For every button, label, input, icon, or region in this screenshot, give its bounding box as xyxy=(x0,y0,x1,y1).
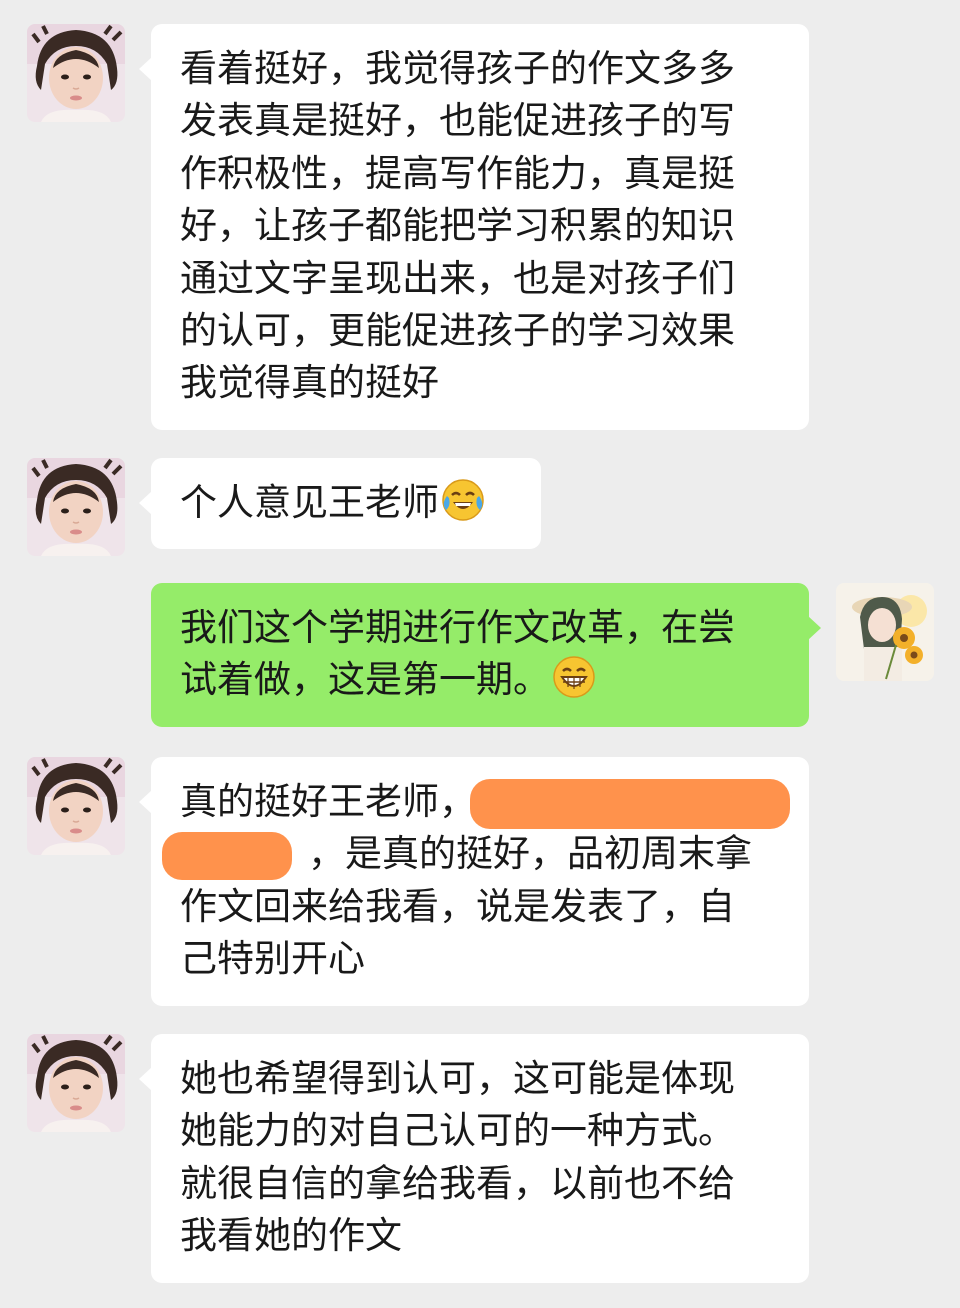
message-text-line: 作积极性，提高写作能力，真是挺 xyxy=(180,151,735,195)
redaction-mark xyxy=(470,779,790,829)
contact-avatar[interactable] xyxy=(27,458,125,556)
contact-avatar[interactable] xyxy=(27,24,125,122)
message-text-line: 通过文字呈现出来，也是对孩子们 xyxy=(180,256,735,300)
message-text-line: 好，让孩子都能把学习积累的知识 xyxy=(180,204,735,248)
message-text-line: 她也希望得到认可，这可能是体现 xyxy=(180,1057,735,1100)
message-text-line: 试着做，这是第一期。 xyxy=(180,654,781,706)
redaction-mark xyxy=(162,832,292,880)
message-text: 个人意见王老师 xyxy=(180,481,439,524)
contact-avatar[interactable] xyxy=(27,1034,125,1132)
message-text-line: 她能力的对自己认可的一种方式。 xyxy=(180,1109,735,1153)
laugh-crying-emoji-icon xyxy=(441,478,485,522)
incoming-message-bubble[interactable]: 个人意见王老师 xyxy=(139,458,541,550)
message-text-line: 我看她的作文 xyxy=(180,1214,402,1258)
message-text-line: 作文回来给我看，说是发表了，自 xyxy=(180,884,735,928)
message-text-line: 就很自信的拿给我看，以前也不给 xyxy=(180,1161,735,1205)
message-text-line: 个人意见王老师 xyxy=(180,477,513,529)
message-text-line: 我觉得真的挺好 xyxy=(180,361,439,405)
message-text-line: 发表真是挺好，也能促进孩子的写 xyxy=(180,99,735,143)
incoming-message-bubble[interactable]: 看着挺好，我觉得孩子的作文多多 发表真是挺好，也能促进孩子的写 作积极性，提高写… xyxy=(139,24,809,430)
outgoing-message-bubble[interactable]: 我们这个学期进行作文改革，在尝 试着做，这是第一期。 xyxy=(151,583,821,727)
self-avatar[interactable] xyxy=(836,583,934,681)
incoming-message-bubble[interactable]: 她也希望得到认可，这可能是体现 她能力的对自己认可的一种方式。 就很自信的拿给我… xyxy=(139,1034,809,1283)
contact-avatar[interactable] xyxy=(27,757,125,855)
message-text-line: 己特别开心 xyxy=(180,937,365,981)
message-text-line: 我们这个学期进行作文改革，在尝 xyxy=(180,606,735,649)
message-text-line: 的认可，更能促进孩子的学习效果 xyxy=(180,309,735,353)
message-text: 试着做，这是第一期。 xyxy=(180,658,550,702)
grin-emoji-icon xyxy=(552,655,596,699)
message-text-line: 看着挺好，我觉得孩子的作文多多 xyxy=(180,47,735,90)
